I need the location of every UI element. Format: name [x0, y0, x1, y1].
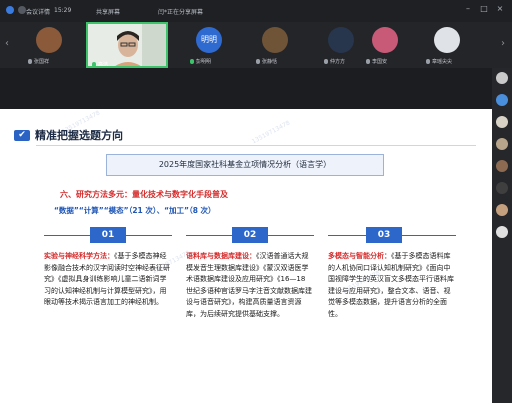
participant-name: 仲方方 [330, 59, 346, 65]
column-number: 01 [90, 227, 126, 243]
mic-active-icon [92, 62, 96, 66]
mic-icon [256, 59, 260, 64]
close-icon[interactable]: × [496, 5, 504, 13]
avatar [328, 27, 354, 53]
check-icon: ✔ [14, 129, 30, 141]
avatar [262, 27, 288, 53]
avatar[interactable] [496, 72, 508, 84]
section-subtitle: “数据”“计算”“模态”（21 次）、“加工”（8 次） [54, 205, 216, 216]
divider [0, 102, 492, 109]
column-lead: 实验与神经科学方法： [44, 252, 114, 260]
participant-name: 章瑶尖尖 [432, 59, 453, 65]
mic-icon [426, 59, 430, 64]
slide-title: 精准把握选题方向 [35, 129, 123, 142]
participant-name: 彭明明 [196, 59, 212, 65]
mic-icon [190, 59, 194, 64]
share-label: 共享屏幕 [96, 9, 121, 16]
minimize-icon[interactable]: – [464, 5, 472, 13]
active-speaker-video[interactable]: 高洁 [86, 22, 168, 68]
avatar [36, 27, 62, 53]
info-icon[interactable] [18, 6, 26, 14]
avatar[interactable] [496, 204, 508, 216]
sharer-text: 闫*正在分享屏幕 [158, 9, 204, 16]
participant-strip: ‹ 张国祥 高洁 明明 彭明明 张静恬 仲方方 李国安 章瑶尖尖 › [0, 22, 512, 68]
top-bar: 会议详情 15:29 共享屏幕 闫*正在分享屏幕 – □ × [0, 0, 512, 22]
meeting-icon[interactable] [6, 6, 14, 14]
time-label: 15:29 [54, 7, 72, 14]
column-body: 《基于多模态语料库的人机协同口译认知机制研究》《面向中国视障学生的英汉盲文多模态… [328, 252, 454, 318]
avatar[interactable] [496, 116, 508, 128]
column-body: 《汉语普通话大规模发音生理数据库建设》《蒙汉双语医学术语数据库建设及应用研究》《… [186, 252, 312, 318]
column-text: 实验与神经科学方法：《基于多模态神经影像融合技术的汉字阅读时空神经表征研究》《虚… [44, 251, 172, 309]
strip-next-icon[interactable]: › [498, 37, 508, 51]
avatar [434, 27, 460, 53]
column-text: 多模态与智能分析：《基于多模态语料库的人机协同口译认知机制研究》《面向中国视障学… [328, 251, 456, 320]
maximize-icon[interactable]: □ [480, 5, 488, 13]
meeting-details-label[interactable]: 会议详情 [26, 7, 50, 16]
column-text: 语料库与数据库建设：《汉语普通话大规模发音生理数据库建设》《蒙汉双语医学术语数据… [186, 251, 314, 320]
slide-heading: ✔ 精准把握选题方向 [14, 127, 123, 143]
participant-tile[interactable]: 明明 彭明明 [186, 22, 238, 68]
participant-tile[interactable]: 李国安 [360, 22, 412, 68]
column-body: 《基于多模态神经影像融合技术的汉字阅读时空神经表征研究》《虚拟具身训练影响儿童二… [44, 252, 170, 306]
participant-name: 高洁 [98, 62, 109, 68]
avatar[interactable] [496, 182, 508, 194]
column-lead: 多模态与智能分析： [328, 252, 391, 260]
column-number: 03 [366, 227, 402, 243]
participant-tile[interactable]: 张国祥 [20, 22, 82, 68]
mic-icon [28, 59, 32, 64]
participant-name: 张国祥 [34, 59, 50, 65]
participant-name: 李国安 [372, 59, 388, 65]
avatar[interactable] [496, 138, 508, 150]
avatar: 明明 [196, 27, 222, 53]
mic-icon [324, 59, 328, 64]
column-lead: 语料库与数据库建设： [186, 252, 256, 260]
participant-name: 张静恬 [262, 59, 278, 65]
section-title: 六、研究方法多元：量化技术与数字化手段普及 [60, 190, 228, 199]
strip-prev-icon[interactable]: ‹ [2, 37, 12, 51]
right-participant-rail [492, 68, 512, 403]
avatar[interactable] [496, 94, 508, 106]
participant-tile[interactable]: 章瑶尖尖 [420, 22, 476, 68]
shared-slide: 13519713478 13519713478 13519713478 1351… [0, 109, 492, 403]
mic-icon [366, 59, 370, 64]
avatar[interactable] [496, 226, 508, 238]
avatar [372, 27, 398, 53]
participant-tile[interactable]: 张静恬 [250, 22, 302, 68]
column-number: 02 [232, 227, 268, 243]
avatar[interactable] [496, 160, 508, 172]
section-keywords: “数据”“计算”“模态”（21 次）、“加工”（8 次） [54, 206, 216, 215]
heading-rule [36, 145, 476, 146]
watermark: 13519713478 [250, 119, 292, 146]
slide-banner: 2025年度国家社科基金立项情况分析（语言学） [106, 154, 384, 176]
